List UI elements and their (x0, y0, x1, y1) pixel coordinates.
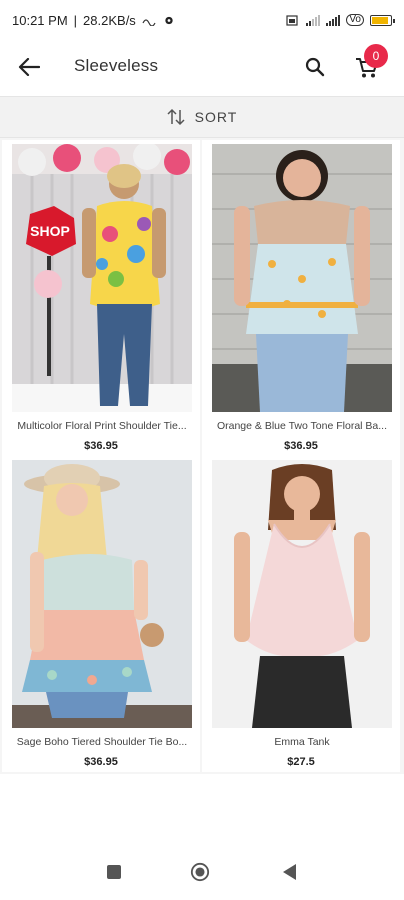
sort-arrows-icon (167, 108, 185, 126)
network-speed: 28.2KB/s (83, 12, 136, 28)
product-price: $27.5 (287, 756, 315, 768)
battery-level (372, 16, 388, 24)
product-price: $36.95 (84, 440, 118, 452)
cart-count-badge: 0 (364, 44, 388, 68)
product-card[interactable]: Emma Tank $27.5 (202, 456, 400, 772)
product-name: Emma Tank (274, 736, 330, 748)
product-image (12, 460, 192, 728)
nav-back-button[interactable] (280, 862, 300, 882)
product-card[interactable]: SHOP Multicolor Floral Print Shoulder Ti… (2, 140, 200, 456)
product-card[interactable]: Orange & Blue Two Tone Floral Ba... $36.… (202, 140, 400, 456)
page-title: Sleeveless (74, 56, 159, 75)
search-button[interactable] (300, 52, 330, 82)
product-price: $36.95 (284, 440, 318, 452)
signal-strength-2-icon (326, 14, 341, 26)
product-image: SHOP (12, 144, 192, 412)
recents-button[interactable] (104, 862, 124, 882)
sim-card-icon (286, 14, 298, 26)
status-separator: | (73, 12, 78, 28)
product-image (212, 460, 392, 728)
system-navigation-bar (0, 840, 404, 900)
status-left: 10:21 PM | 28.2KB/s (12, 13, 176, 28)
product-price: $36.95 (84, 756, 118, 768)
product-card[interactable]: Sage Boho Tiered Shoulder Tie Bo... $36.… (2, 456, 200, 772)
product-name: Orange & Blue Two Tone Floral Ba... (216, 420, 388, 432)
status-bar: 10:21 PM | 28.2KB/s Vo (0, 0, 404, 40)
product-image (212, 144, 392, 412)
signal-strength-1-icon (306, 14, 321, 26)
product-name: Multicolor Floral Print Shoulder Tie... (17, 420, 187, 432)
arrow-left-icon (18, 58, 40, 76)
sort-label: SORT (194, 109, 238, 125)
status-time: 10:21 PM (12, 12, 68, 28)
top-app-bar: Sleeveless (0, 40, 404, 92)
shop-sign-text: SHOP (30, 223, 70, 239)
sort-button[interactable]: SORT (0, 96, 404, 138)
home-button[interactable] (190, 862, 210, 882)
status-right: Vo (286, 14, 395, 26)
product-grid: SHOP Multicolor Floral Print Shoulder Ti… (0, 138, 404, 774)
search-icon (305, 57, 325, 77)
circle-icon (190, 862, 210, 882)
product-name: Sage Boho Tiered Shoulder Tie Bo... (16, 736, 188, 748)
battery-icon (370, 14, 395, 26)
square-icon (107, 865, 121, 879)
volte-label: Vo (346, 14, 364, 26)
back-button[interactable] (14, 52, 44, 82)
settings-gear-icon (165, 16, 173, 24)
signal-wave-icon (142, 18, 156, 26)
triangle-back-icon (283, 864, 296, 880)
